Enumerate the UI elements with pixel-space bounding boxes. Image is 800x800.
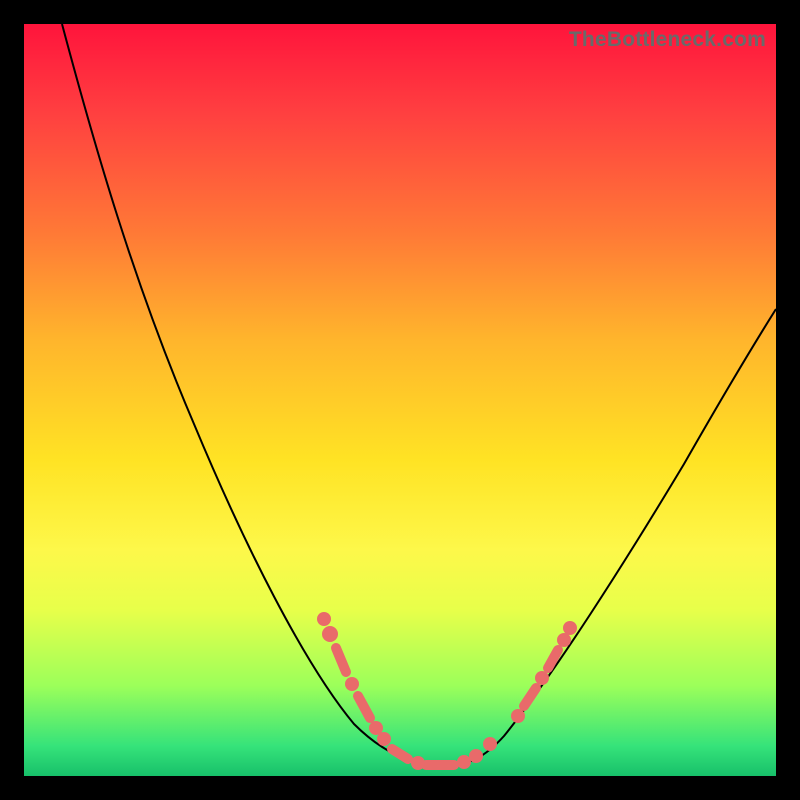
watermark-text: TheBottleneck.com bbox=[569, 28, 766, 52]
marker-dot bbox=[483, 737, 497, 751]
marker-dot bbox=[535, 671, 549, 685]
bottleneck-curve bbox=[24, 24, 776, 776]
marker-dot bbox=[345, 677, 359, 691]
marker-dot bbox=[557, 633, 571, 647]
marker-dot bbox=[322, 626, 338, 642]
curve-path bbox=[62, 24, 776, 766]
marker-seg bbox=[524, 688, 536, 706]
marker-dot bbox=[377, 732, 391, 746]
marker-dot bbox=[563, 621, 577, 635]
marker-dot bbox=[469, 749, 483, 763]
marker-dot bbox=[457, 755, 471, 769]
marker-seg bbox=[358, 696, 370, 718]
marker-dot bbox=[317, 612, 331, 626]
marker-seg bbox=[392, 749, 408, 759]
chart-plot-area: TheBottleneck.com bbox=[24, 24, 776, 776]
marker-seg bbox=[336, 648, 346, 672]
marker-dot bbox=[511, 709, 525, 723]
